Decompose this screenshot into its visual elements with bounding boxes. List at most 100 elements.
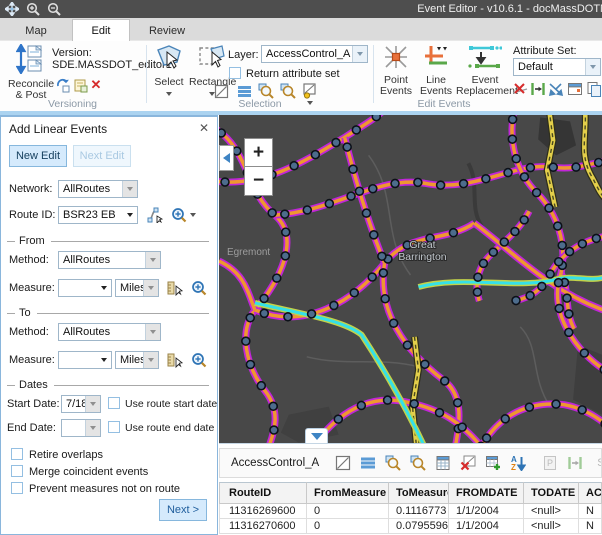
event-point-marker[interactable] <box>372 115 380 121</box>
col-header-fromdate[interactable]: FROMDATE <box>449 483 524 504</box>
tab-review[interactable]: Review <box>138 21 196 41</box>
merge-events-icon[interactable] <box>548 81 564 97</box>
event-point-marker[interactable] <box>512 155 520 163</box>
event-attributes-window-icon[interactable] <box>567 81 583 97</box>
to-measure-combobox[interactable] <box>58 351 112 369</box>
attribute-set-dropdown-button[interactable] <box>585 59 600 75</box>
event-point-marker[interactable] <box>458 423 466 431</box>
select-button[interactable]: Select <box>151 44 187 99</box>
event-point-marker[interactable] <box>219 129 225 137</box>
collapse-table-button[interactable] <box>305 428 328 443</box>
event-replacement-button[interactable]: Event Replacement <box>456 44 514 97</box>
event-point-marker[interactable] <box>284 313 292 321</box>
event-point-marker[interactable] <box>572 163 580 171</box>
event-point-marker[interactable] <box>512 297 520 305</box>
event-point-marker[interactable] <box>578 240 586 248</box>
layer-dropdown-button[interactable] <box>352 46 367 62</box>
event-point-marker[interactable] <box>563 294 571 302</box>
event-point-marker[interactable] <box>343 143 351 151</box>
map-view[interactable]: Egremont Great Barrington + − <box>219 115 602 443</box>
event-point-marker[interactable] <box>595 159 602 167</box>
line-events-button[interactable]: Line Events <box>418 44 454 97</box>
event-point-marker[interactable] <box>403 341 411 349</box>
event-point-marker[interactable] <box>460 180 468 188</box>
event-point-marker[interactable] <box>414 178 422 186</box>
from-zoom-to-measure-icon[interactable] <box>191 280 207 296</box>
table-report-icon[interactable]: P <box>542 455 558 471</box>
event-point-marker[interactable] <box>410 400 418 408</box>
table-select-by-shape-icon[interactable] <box>335 455 351 471</box>
event-point-marker[interactable] <box>246 360 254 368</box>
event-point-marker[interactable] <box>260 309 268 317</box>
event-point-marker[interactable] <box>308 310 316 318</box>
col-header-accesscontrol[interactable]: AC <box>579 483 602 504</box>
zoom-out-icon[interactable] <box>46 2 61 17</box>
event-point-marker[interactable] <box>436 409 444 417</box>
event-point-marker[interactable] <box>454 399 462 407</box>
event-point-marker[interactable] <box>311 151 319 159</box>
event-point-marker[interactable] <box>369 185 377 193</box>
event-point-marker[interactable] <box>281 210 289 218</box>
event-point-marker[interactable] <box>352 126 360 134</box>
refresh-version-icon[interactable] <box>55 77 71 93</box>
to-method-dropdown-button[interactable] <box>145 324 160 340</box>
event-point-marker[interactable] <box>501 415 509 423</box>
event-point-marker[interactable] <box>565 328 573 336</box>
clear-selection-icon[interactable] <box>302 83 318 99</box>
next-button[interactable]: Next > <box>159 499 207 521</box>
from-method-combobox[interactable]: AllRoutes <box>58 251 161 269</box>
new-edit-button[interactable]: New Edit <box>9 145 67 167</box>
event-point-marker[interactable] <box>525 403 533 411</box>
event-point-marker[interactable] <box>580 349 588 357</box>
event-point-marker[interactable] <box>549 163 557 171</box>
collapse-panel-button[interactable] <box>219 145 234 171</box>
event-point-marker[interactable] <box>378 252 386 260</box>
event-point-marker[interactable] <box>555 279 563 287</box>
event-point-marker[interactable] <box>355 187 363 195</box>
select-by-attributes-icon[interactable] <box>236 83 252 99</box>
copy-event-attributes-icon[interactable] <box>586 81 602 97</box>
event-point-marker[interactable] <box>504 169 512 177</box>
event-point-marker[interactable] <box>474 273 482 281</box>
return-attribute-set-checkbox[interactable] <box>229 67 241 79</box>
event-point-marker[interactable] <box>538 282 546 290</box>
event-point-marker[interactable] <box>290 162 298 170</box>
from-units-combobox[interactable]: Miles <box>115 279 159 297</box>
event-point-marker[interactable] <box>421 360 429 368</box>
from-measure-on-map-icon[interactable] <box>167 280 183 296</box>
event-point-marker[interactable] <box>368 273 376 281</box>
point-events-button[interactable]: Point Events <box>376 44 416 97</box>
event-point-marker[interactable] <box>273 274 281 282</box>
event-point-marker[interactable] <box>303 206 311 214</box>
map-zoom-in-button[interactable]: + <box>244 138 273 167</box>
event-point-marker[interactable] <box>483 434 491 442</box>
route-id-dropdown-button[interactable] <box>122 207 137 223</box>
reconcile-and-post-button[interactable]: Reconcile & Post <box>3 44 59 101</box>
event-point-marker[interactable] <box>257 382 265 390</box>
from-measure-combobox[interactable] <box>58 279 112 297</box>
event-point-marker[interactable] <box>533 189 541 197</box>
event-point-marker[interactable] <box>509 115 517 123</box>
col-header-frommeasure[interactable]: FromMeasure <box>307 483 389 504</box>
to-units-dropdown-button[interactable] <box>143 352 158 368</box>
prevent-measures-checkbox[interactable] <box>11 482 23 494</box>
table-pan-to-selected-icon[interactable] <box>410 455 426 471</box>
end-date-dropdown-button[interactable] <box>85 420 100 436</box>
event-point-marker[interactable] <box>246 314 254 322</box>
event-point-marker[interactable] <box>391 179 399 187</box>
event-point-marker[interactable] <box>449 229 457 237</box>
event-point-marker[interactable] <box>558 241 566 249</box>
event-point-marker[interactable] <box>555 258 563 266</box>
event-point-marker[interactable] <box>441 377 449 385</box>
table-add-rows-icon[interactable] <box>485 455 501 471</box>
event-point-marker[interactable] <box>242 337 250 345</box>
event-point-marker[interactable] <box>565 310 573 318</box>
map-zoom-out-button[interactable]: − <box>244 167 273 196</box>
table-split-icon[interactable] <box>567 455 583 471</box>
event-point-marker[interactable] <box>520 173 528 181</box>
event-point-marker[interactable] <box>566 248 574 256</box>
network-combobox[interactable]: AllRoutes <box>58 180 138 198</box>
pan-to-selection-icon[interactable] <box>280 83 296 99</box>
event-point-marker[interactable] <box>221 178 229 186</box>
event-point-marker[interactable] <box>270 426 278 434</box>
